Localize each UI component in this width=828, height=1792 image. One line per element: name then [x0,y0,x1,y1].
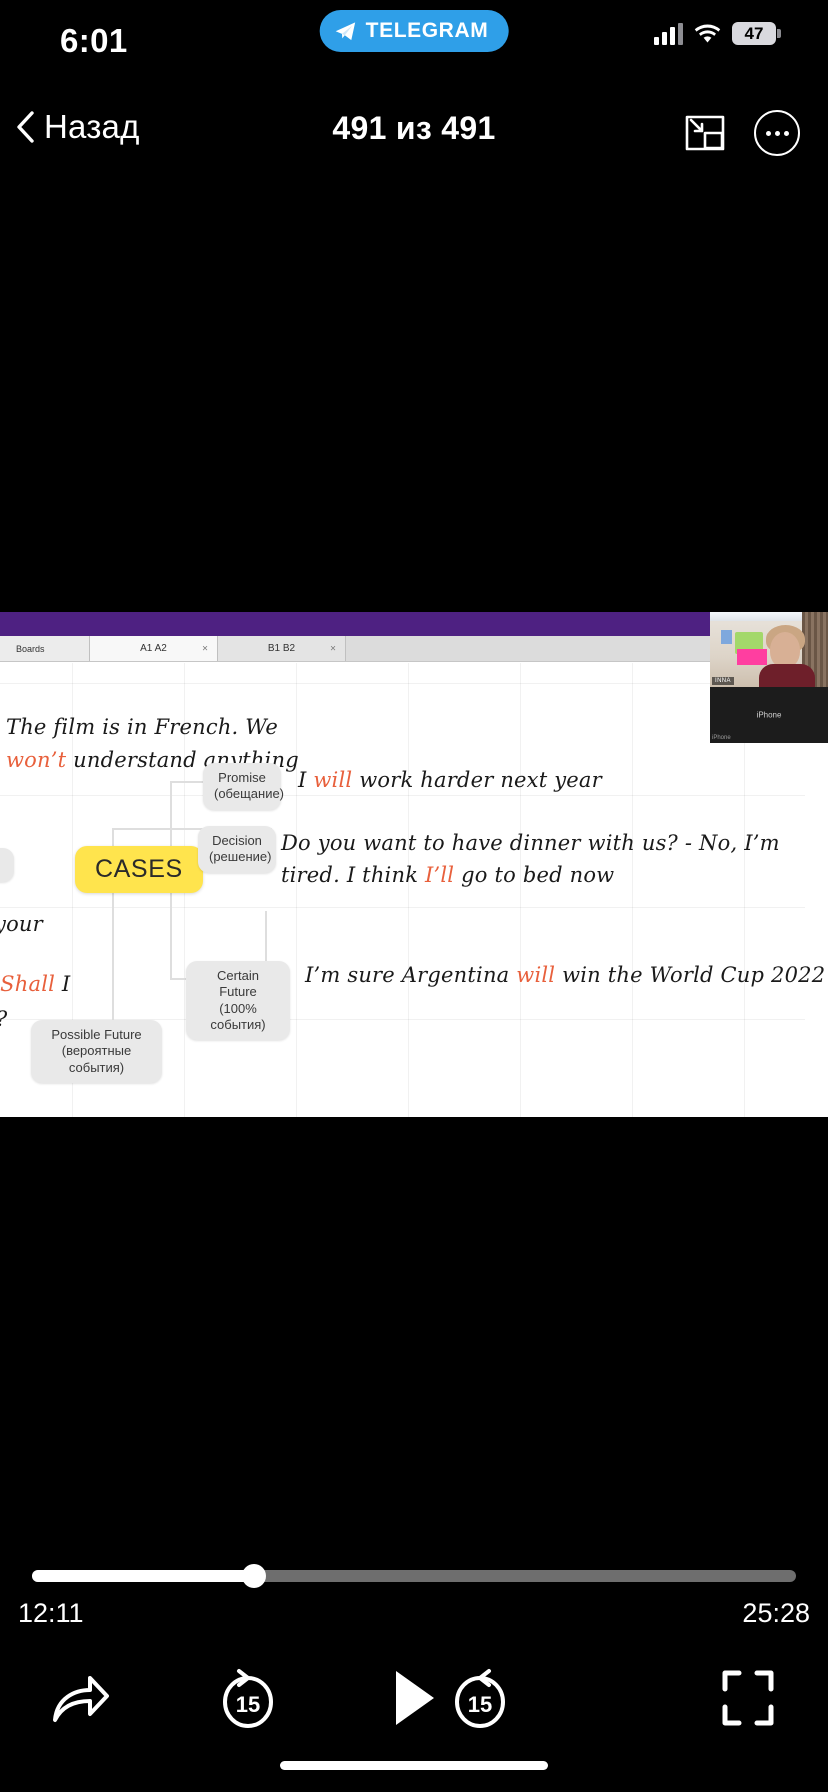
seek-bar[interactable] [32,1564,796,1588]
clipped-fragment-highlight: - Shall [0,972,56,996]
picture-in-picture-icon[interactable] [684,114,726,152]
rewind-15-icon: 15 [223,1669,273,1729]
back-button[interactable]: Назад [16,108,140,146]
seek-bar-handle[interactable] [241,1564,266,1588]
node-cases[interactable]: CASES [75,846,203,893]
node-promise[interactable]: Promise (обещание) [203,763,285,810]
tab-a1-a2[interactable]: A1 A2 × [90,636,218,661]
rewind-15-button[interactable]: 15 [190,1658,306,1738]
tab-b1-b2-label: B1 B2 [267,643,296,654]
page-title: 491 из 491 [332,110,496,146]
fullscreen-button[interactable] [668,1658,828,1738]
webcam-second-tile-corner-label: iPhone [712,735,731,741]
tab-boards[interactable]: Boards [0,636,90,661]
forward-15-icon: 15 [455,1669,505,1729]
share-icon [53,1676,109,1722]
example-decision-line2: tired. I think I’ll go to bed now [281,859,614,892]
example-decision-line1: Do you want to have dinner with us? - No… [281,831,780,855]
webcam-second-tile[interactable]: iPhone iPhone [710,687,828,743]
browser-toolbar [0,612,805,636]
current-time-label: 12:11 [18,1598,84,1628]
video-player-surface[interactable]: Boards A1 A2 × B1 B2 × The film is in Fr… [0,178,828,1530]
wall-poster-pink [737,649,767,665]
telegram-active-app-pill[interactable]: TELEGRAM [319,10,509,52]
clipped-fragment-rest: I [55,972,71,996]
example-top-highlight: won’t [6,747,67,772]
rewind-15-label: 15 [236,1692,260,1717]
example-promise-suffix: work harder next year [352,768,602,792]
browser-tabstrip: Boards A1 A2 × B1 B2 × [0,636,805,662]
example-certain-future-highlight: will [516,963,556,987]
playback-buttons: 15 15 [0,1658,828,1748]
clipped-fragment-your: your [0,912,43,936]
telegram-plane-icon [335,22,356,41]
tab-boards-label: Boards [16,643,45,654]
webcam-second-tile-label: iPhone [756,710,782,720]
example-decision-line2-highlight: I’ll [425,863,455,887]
wall-poster-blue [721,630,732,644]
navigation-bar: Назад 491 из 491 [0,88,828,178]
player-controls: 12:11 25:28 15 15 [0,1530,828,1792]
tab-b1-b2[interactable]: B1 B2 × [218,636,346,661]
node-decision[interactable]: Decision (решение) [198,826,276,873]
video-frame-content: Boards A1 A2 × B1 B2 × The film is in Fr… [0,612,828,1117]
duration-label: 25:28 [742,1598,810,1628]
navigation-actions [684,110,800,156]
clipped-fragment-question: ? [0,1003,7,1036]
home-indicator [280,1761,548,1770]
share-button[interactable] [0,1658,160,1738]
node-promise-title: Promise [218,770,266,785]
close-icon[interactable]: × [330,643,336,654]
node-possible-future-subtitle: (вероятные события) [61,1043,132,1075]
node-cases-label: CASES [95,855,183,883]
chevron-left-icon [17,111,34,143]
phone-screen: 6:01 TELEGRAM 47 Назад 491 из 491 Boards… [0,0,828,1792]
node-certain-future[interactable]: Certain Future (100% события) [186,961,290,1040]
participant-name-label: INNA [712,677,734,685]
node-decision-subtitle: (решение) [209,849,272,865]
node-certain-future-title: Certain Future [217,968,259,1000]
clipped-node-left[interactable] [0,848,14,882]
forward-15-label: 15 [468,1692,492,1717]
example-promise-prefix: I [298,768,314,792]
battery-icon: 47 [732,22,781,45]
example-certain-future: I’m sure Argentina will win the World Cu… [305,959,825,992]
example-certain-future-prefix: I’m sure Argentina [305,963,517,987]
example-decision-line2-prefix: tired. I think [281,863,425,887]
node-promise-subtitle: (обещание) [214,786,285,802]
node-possible-future-title: Possible Future [51,1027,142,1042]
tab-a1-a2-label: A1 A2 [140,643,167,654]
wifi-icon [694,24,721,43]
mindmap-canvas[interactable]: The film is in French. We won’t understa… [0,663,825,1117]
participant-torso [759,664,815,687]
status-bar: 6:01 TELEGRAM 47 [0,0,828,88]
node-certain-future-subtitle: (100% события) [210,1000,266,1032]
example-top-sentence: The film is in French. We won’t understa… [6,711,336,776]
seek-bar-progress [32,1570,254,1582]
example-decision-line2-suffix: go to bed now [454,863,615,887]
participant-face [770,632,800,668]
example-certain-future-suffix: win the World Cup 2022 [555,963,826,987]
example-promise: I will work harder next year [298,764,602,797]
forward-15-button[interactable]: 15 [422,1658,538,1738]
node-possible-future[interactable]: Possible Future (вероятные события) [31,1020,162,1083]
connector-line [170,781,172,829]
telegram-pill-label: TELEGRAM [365,19,489,42]
battery-level-label: 47 [744,23,764,43]
example-promise-highlight: will [313,768,353,792]
fullscreen-icon [722,1670,774,1726]
back-button-label: Назад [44,108,140,145]
cellular-signal-icon [654,22,683,45]
status-bar-indicators: 47 [654,22,781,45]
status-bar-clock: 6:01 [60,22,128,59]
clipped-fragment-shall-i: - Shall I [0,968,70,1001]
example-top-prefix: The film is in French. We [6,715,279,739]
close-icon[interactable]: × [202,643,208,654]
webcam-participant-tile[interactable]: INNA [710,612,828,687]
node-decision-title: Decision [212,833,262,848]
more-options-icon[interactable] [754,110,800,156]
